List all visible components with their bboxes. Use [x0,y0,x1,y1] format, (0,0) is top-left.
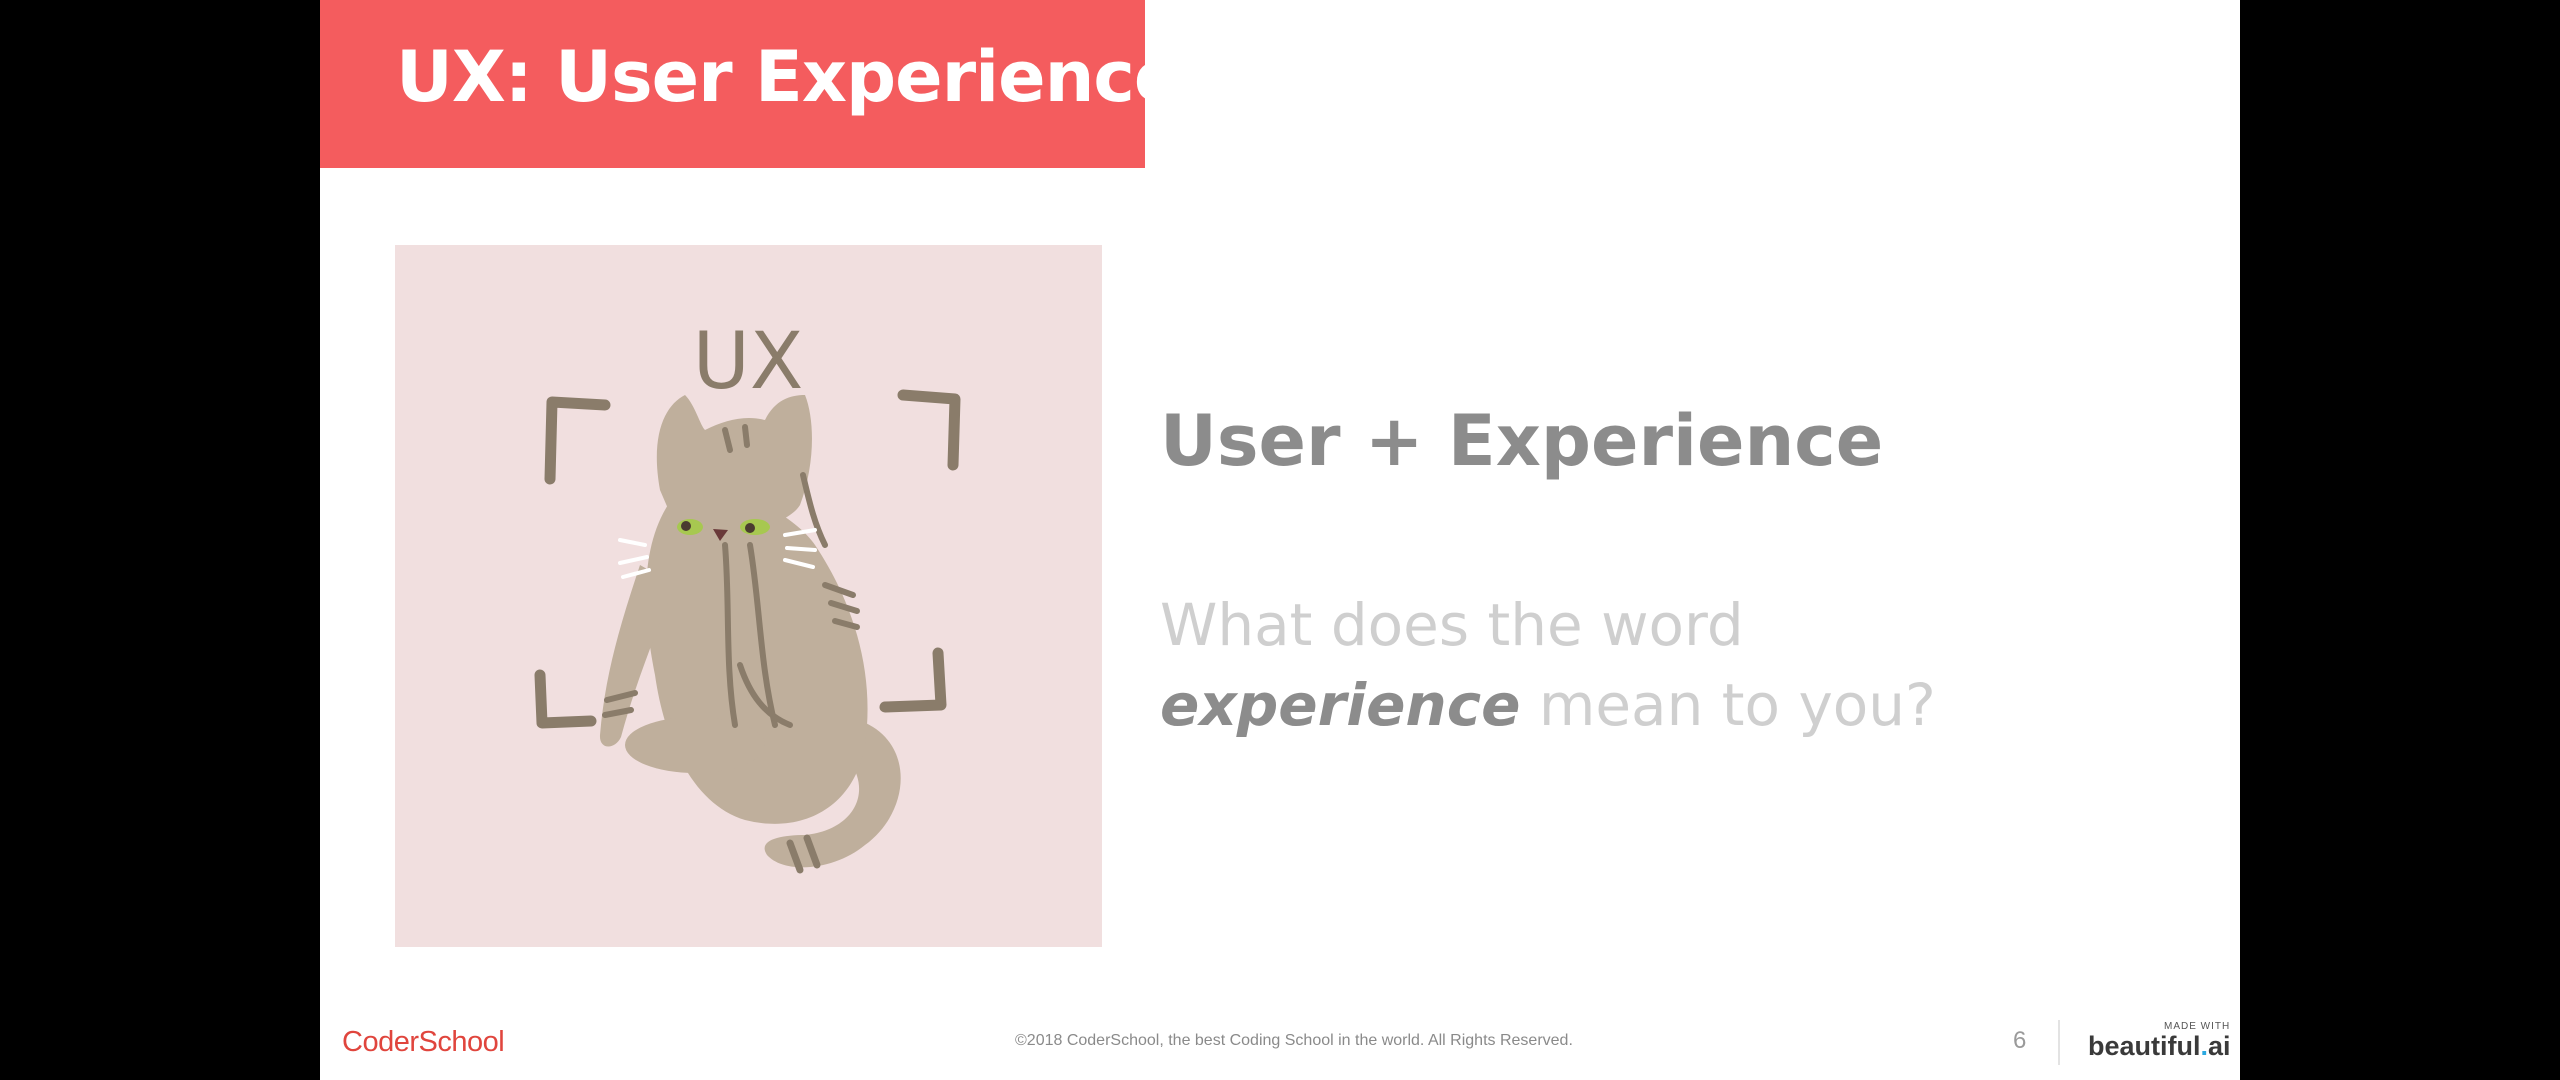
cat-illustration-icon: UX [534,317,961,874]
question-after: mean to you? [1520,671,1936,739]
ux-label: UX [693,317,804,407]
brand-dot: . [2200,1031,2209,1061]
brand-suffix: ai [2208,1031,2231,1061]
page-number: 6 [2013,1027,2027,1054]
question-before: What does the word [1160,591,1744,659]
brand-prefix: beautiful [2088,1031,2201,1061]
slide: UX: User Experience UX User + Experience… [320,0,2240,1080]
slide-title: UX: User Experience [396,36,1181,118]
footer-divider [2058,1020,2060,1065]
title-bar: UX: User Experience [320,0,1181,168]
coderschool-logo: CoderSchool [342,1026,505,1058]
heading: User + Experience [1160,400,1884,482]
beautiful-ai-logo[interactable]: beautiful.ai [2088,1031,2231,1062]
cat-illustration: UX [395,245,1102,947]
copyright-text: ©2018 CoderSchool, the best Coding Schoo… [1015,1032,1573,1049]
question-emphasis: experience [1160,671,1521,739]
question-text: What does the word experience mean to yo… [1160,585,2100,745]
